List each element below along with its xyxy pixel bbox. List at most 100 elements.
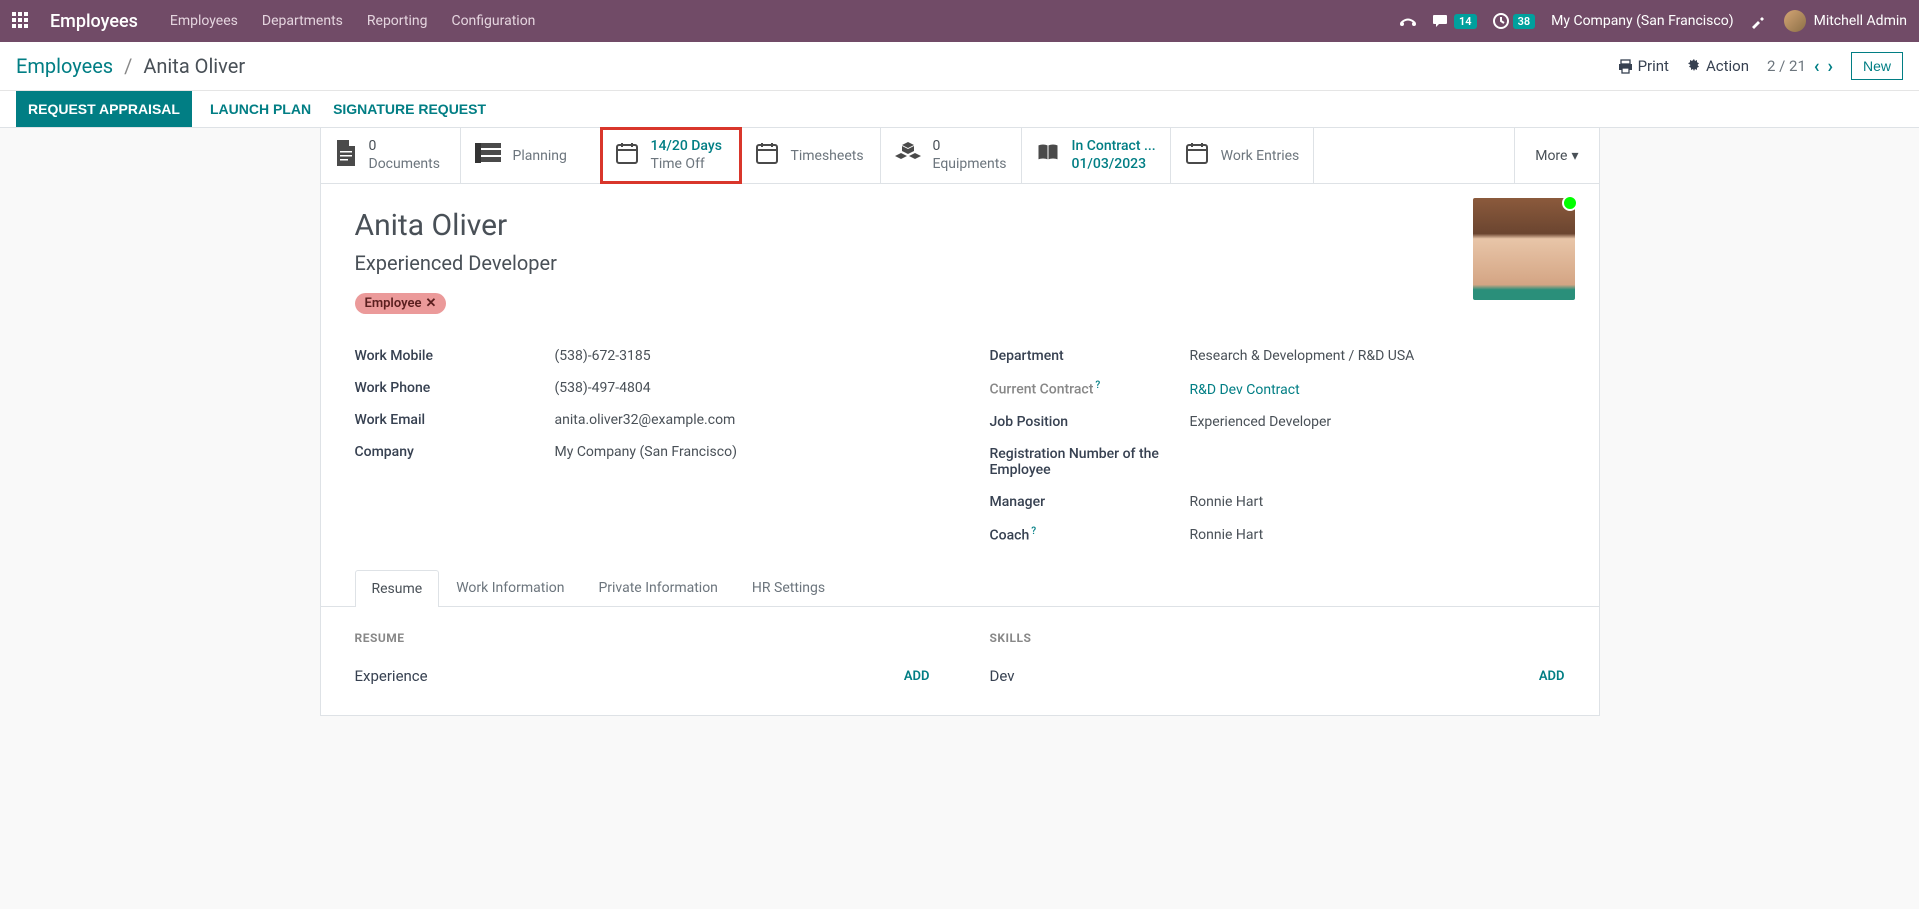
resume-heading: RESUME bbox=[355, 631, 930, 645]
department-label: Department bbox=[990, 348, 1190, 364]
work-mobile-label: Work Mobile bbox=[355, 348, 555, 364]
new-button[interactable]: New bbox=[1851, 52, 1903, 80]
breadcrumb-actions: Print Action 2 / 21 ‹ › New bbox=[1618, 52, 1903, 80]
messages-icon[interactable]: 14 bbox=[1433, 14, 1477, 29]
stat-timeoff-value: 14/20 Days bbox=[651, 138, 722, 156]
work-phone-label: Work Phone bbox=[355, 380, 555, 396]
company-label: Company bbox=[355, 444, 555, 460]
stat-timesheets-label: Timesheets bbox=[791, 148, 864, 164]
manager-label: Manager bbox=[990, 494, 1190, 510]
employee-photo[interactable] bbox=[1473, 198, 1575, 300]
tabs: Resume Work Information Private Informat… bbox=[321, 569, 1599, 607]
launch-plan-button[interactable]: Launch Plan bbox=[206, 91, 315, 127]
stat-work-entries[interactable]: Work Entries bbox=[1171, 128, 1315, 183]
stat-equipments-value: 0 bbox=[933, 138, 1007, 156]
messages-badge: 14 bbox=[1454, 14, 1477, 29]
topbar-menu: Employees Departments Reporting Configur… bbox=[170, 13, 536, 29]
job-position-value[interactable]: Experienced Developer bbox=[1190, 414, 1332, 430]
app-title[interactable]: Employees bbox=[50, 11, 138, 32]
stat-contract-value: In Contract ... bbox=[1072, 138, 1156, 156]
menu-configuration[interactable]: Configuration bbox=[451, 13, 535, 29]
pager-prev[interactable]: ‹ bbox=[1814, 56, 1820, 77]
tab-resume[interactable]: Resume bbox=[355, 570, 440, 607]
user-avatar-icon bbox=[1784, 10, 1806, 32]
stat-timeoff[interactable]: 14/20 Days Time Off bbox=[601, 128, 741, 183]
menu-departments[interactable]: Departments bbox=[262, 13, 343, 29]
activities-icon[interactable]: 38 bbox=[1493, 13, 1536, 29]
planning-icon bbox=[475, 143, 501, 169]
stat-more-button[interactable]: More ▾ bbox=[1514, 128, 1598, 183]
employee-header: Anita Oliver Experienced Developer Emplo… bbox=[321, 184, 1599, 332]
stat-equipments-label: Equipments bbox=[933, 156, 1007, 174]
coach-value[interactable]: Ronnie Hart bbox=[1190, 527, 1264, 543]
stat-documents[interactable]: 0 Documents bbox=[321, 128, 461, 183]
print-button[interactable]: Print bbox=[1618, 57, 1669, 75]
fields-left: Work Mobile (538)-672-3185 Work Phone (5… bbox=[355, 340, 930, 551]
manager-value[interactable]: Ronnie Hart bbox=[1190, 494, 1264, 510]
work-mobile-value[interactable]: (538)-672-3185 bbox=[555, 348, 651, 364]
work-email-value[interactable]: anita.oliver32@example.com bbox=[555, 412, 736, 428]
experience-label: Experience bbox=[355, 667, 428, 685]
topbar-right: 14 38 My Company (San Francisco) Mitchel… bbox=[1399, 10, 1907, 32]
tab-private-information[interactable]: Private Information bbox=[581, 569, 734, 606]
stat-contract[interactable]: In Contract ... 01/03/2023 bbox=[1022, 128, 1171, 183]
debug-icon[interactable] bbox=[1750, 12, 1768, 30]
fields-grid: Work Mobile (538)-672-3185 Work Phone (5… bbox=[321, 332, 1599, 569]
add-skill-button[interactable]: ADD bbox=[1539, 669, 1565, 684]
signature-request-button[interactable]: Signature Request bbox=[329, 91, 490, 127]
breadcrumb-current: Anita Oliver bbox=[143, 54, 245, 78]
user-menu[interactable]: Mitchell Admin bbox=[1784, 10, 1907, 32]
pager-text: 2 / 21 bbox=[1767, 57, 1806, 75]
calendar-icon bbox=[615, 141, 639, 171]
apps-menu-icon[interactable] bbox=[12, 12, 30, 30]
stat-equipments[interactable]: 0 Equipments bbox=[881, 128, 1022, 183]
stat-planning-label: Planning bbox=[513, 148, 567, 164]
print-icon bbox=[1618, 59, 1633, 74]
calendar-icon bbox=[755, 141, 779, 171]
company-value[interactable]: My Company (San Francisco) bbox=[555, 444, 737, 460]
stat-documents-value: 0 bbox=[369, 138, 440, 156]
job-position-label: Job Position bbox=[990, 414, 1190, 430]
tag-remove-icon[interactable]: ✕ bbox=[425, 296, 436, 311]
breadcrumb-root[interactable]: Employees bbox=[16, 54, 113, 78]
request-appraisal-button[interactable]: Request Appraisal bbox=[16, 91, 192, 127]
resume-section: RESUME Experience ADD SKILLS Dev ADD bbox=[321, 607, 1599, 715]
form-sheet: 0 Documents Planning 14/20 Days Time Off bbox=[320, 128, 1600, 716]
work-email-label: Work Email bbox=[355, 412, 555, 428]
company-selector[interactable]: My Company (San Francisco) bbox=[1551, 13, 1733, 29]
reg-num-label: Registration Number of the Employee bbox=[990, 446, 1190, 478]
breadcrumb-separator: / bbox=[124, 54, 132, 78]
tab-work-information[interactable]: Work Information bbox=[439, 569, 581, 606]
caret-down-icon: ▾ bbox=[1571, 148, 1578, 164]
book-icon bbox=[1036, 143, 1060, 169]
stat-work-entries-label: Work Entries bbox=[1221, 148, 1300, 164]
menu-employees[interactable]: Employees bbox=[170, 13, 238, 29]
stat-boxes: 0 Documents Planning 14/20 Days Time Off bbox=[321, 128, 1599, 184]
stat-documents-label: Documents bbox=[369, 156, 440, 174]
add-experience-button[interactable]: ADD bbox=[904, 669, 930, 684]
help-icon[interactable]: ? bbox=[1031, 526, 1036, 537]
pager-next[interactable]: › bbox=[1828, 56, 1833, 77]
action-button[interactable]: Action bbox=[1687, 57, 1749, 75]
pager: 2 / 21 ‹ › bbox=[1767, 56, 1833, 77]
gear-icon bbox=[1687, 59, 1701, 73]
calendar-icon bbox=[1185, 141, 1209, 171]
help-icon[interactable]: ? bbox=[1095, 380, 1100, 391]
employee-tag[interactable]: Employee ✕ bbox=[355, 293, 447, 314]
voip-icon[interactable] bbox=[1399, 14, 1417, 28]
employee-job-title[interactable]: Experienced Developer bbox=[355, 251, 1565, 275]
stat-contract-label: 01/03/2023 bbox=[1072, 156, 1156, 174]
tab-hr-settings[interactable]: HR Settings bbox=[735, 569, 842, 606]
contract-value[interactable]: R&D Dev Contract bbox=[1190, 382, 1300, 398]
employee-name[interactable]: Anita Oliver bbox=[355, 208, 1565, 243]
work-phone-value[interactable]: (538)-497-4804 bbox=[555, 380, 651, 396]
status-bar: Request Appraisal Launch Plan Signature … bbox=[0, 91, 1919, 128]
activities-badge: 38 bbox=[1513, 14, 1536, 29]
stat-planning[interactable]: Planning bbox=[461, 128, 601, 183]
stat-timesheets[interactable]: Timesheets bbox=[741, 128, 881, 183]
department-value[interactable]: Research & Development / R&D USA bbox=[1190, 348, 1415, 364]
contract-label: Current Contract? bbox=[990, 380, 1190, 398]
menu-reporting[interactable]: Reporting bbox=[367, 13, 428, 29]
breadcrumb-bar: Employees / Anita Oliver Print Action 2 … bbox=[0, 42, 1919, 91]
document-icon bbox=[335, 140, 357, 172]
